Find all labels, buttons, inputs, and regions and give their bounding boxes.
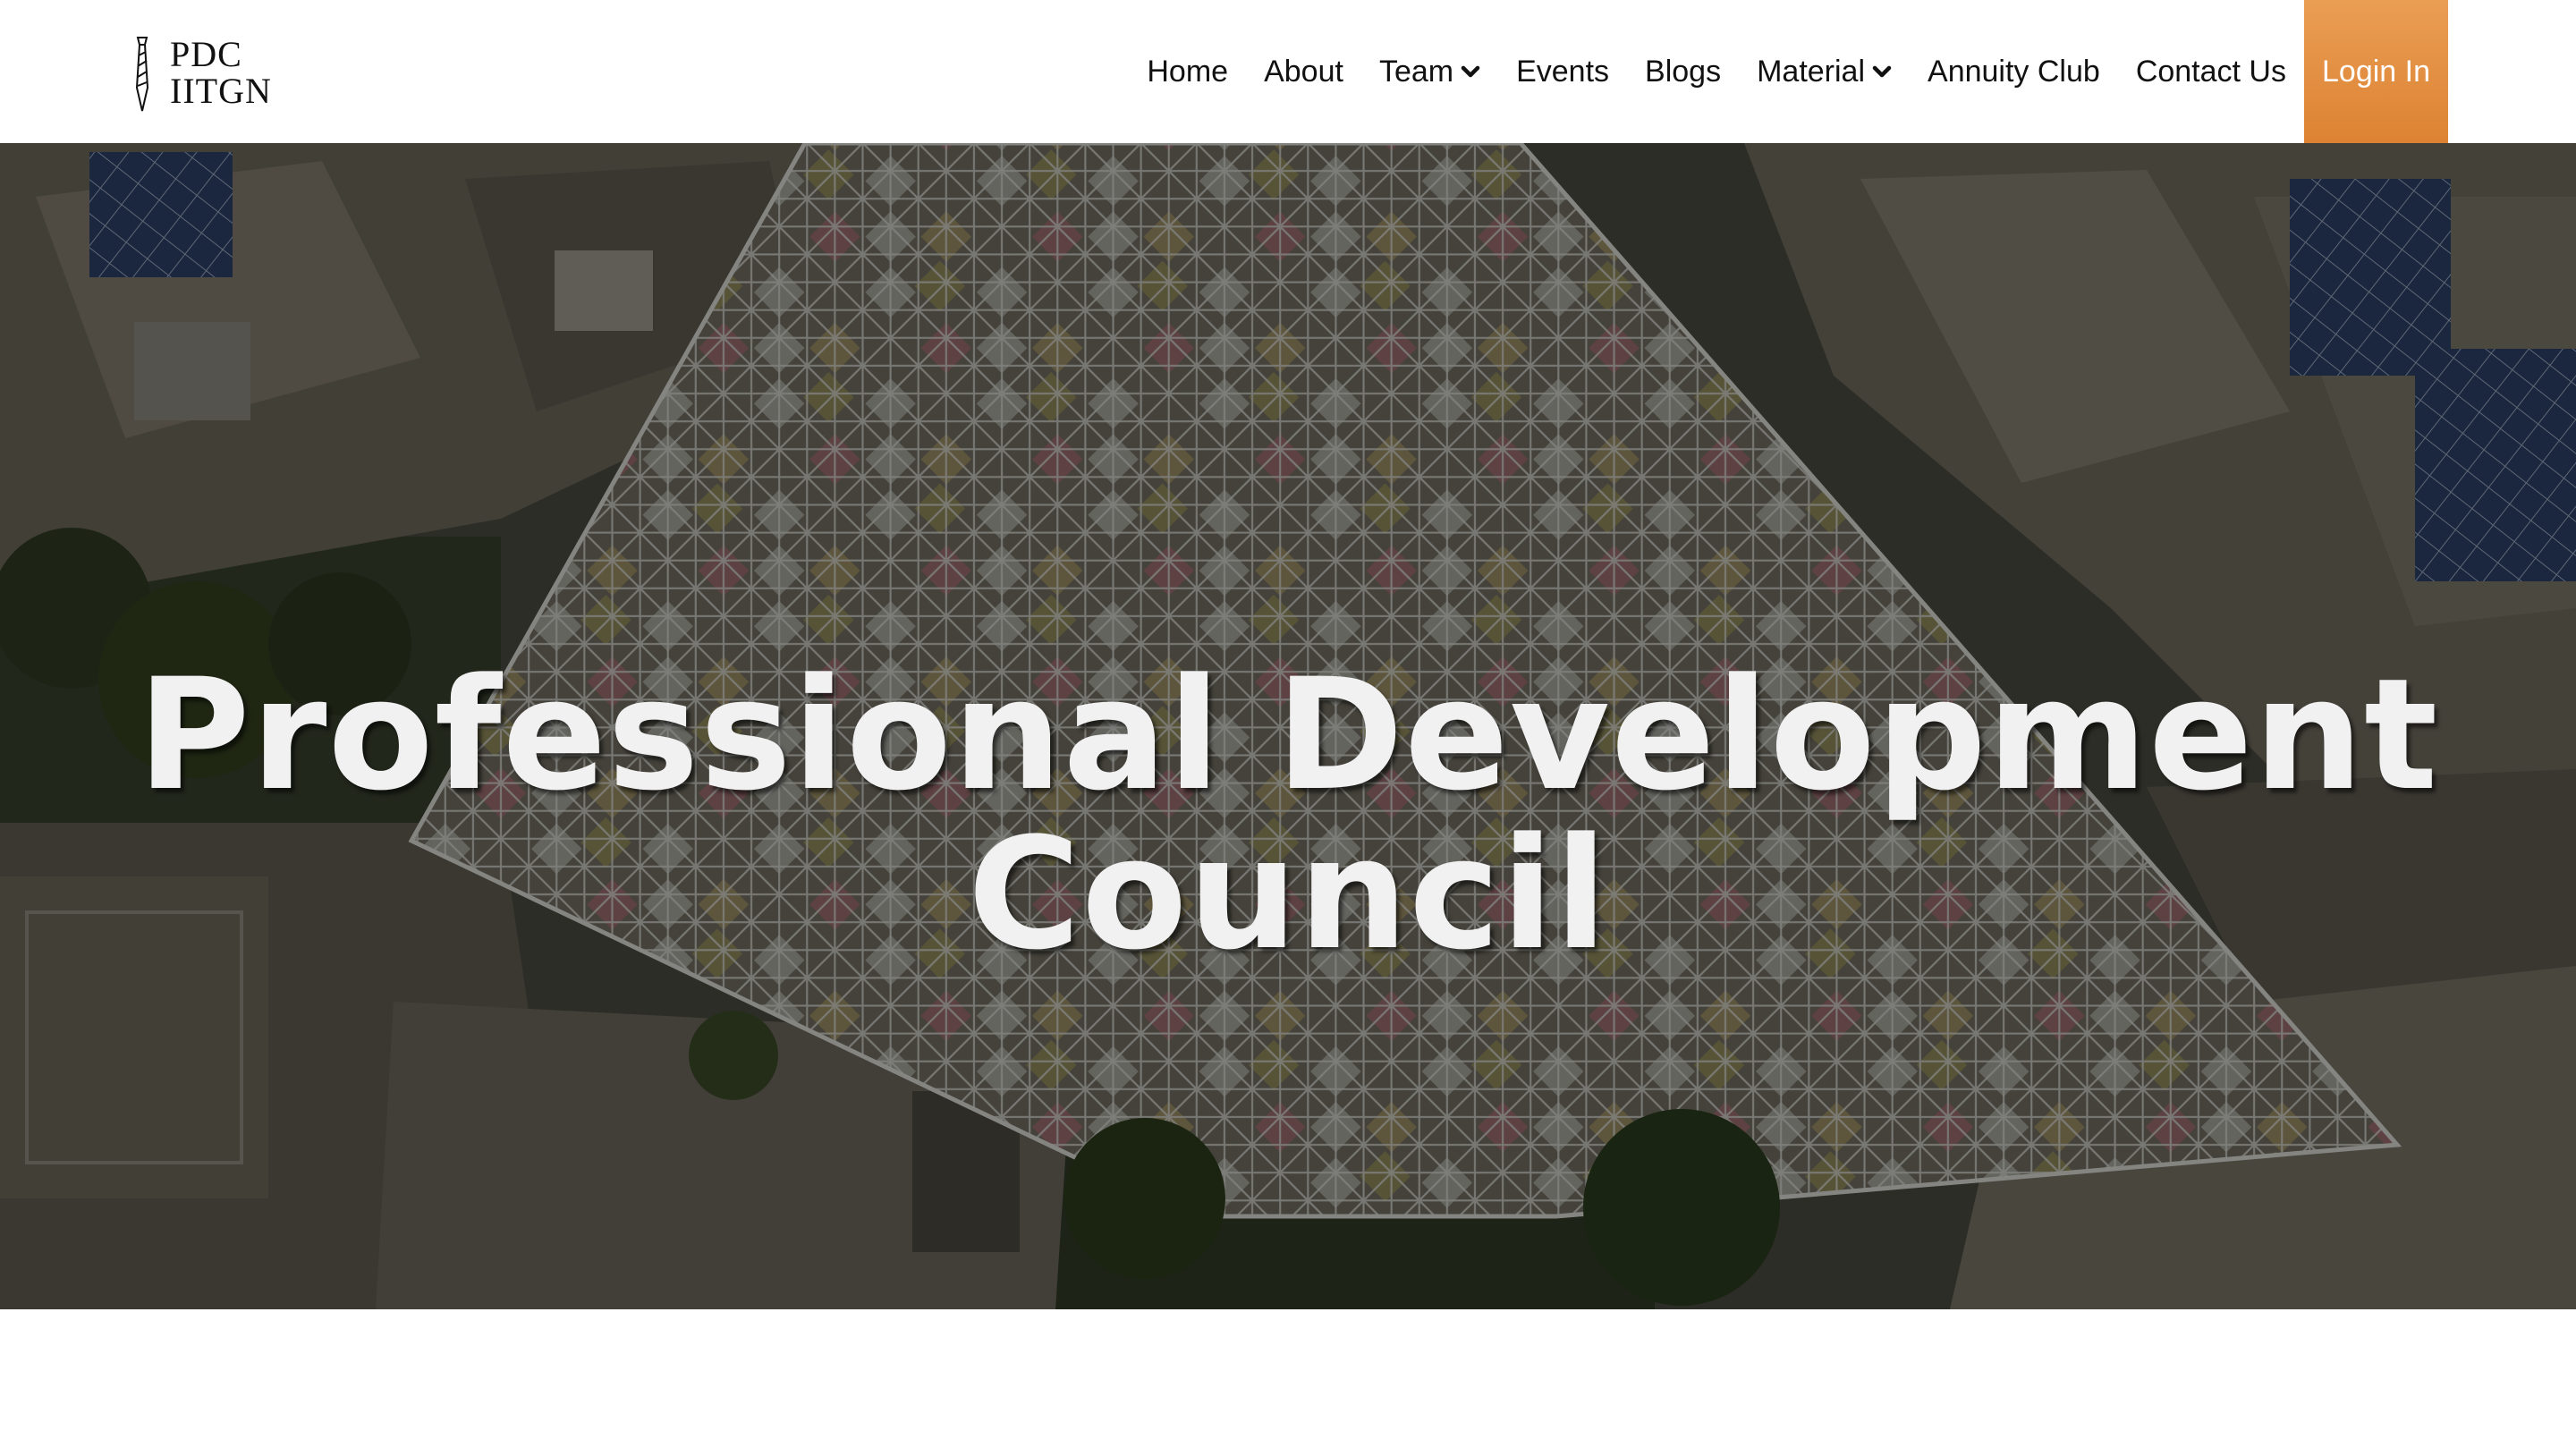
nav-contact-us-label: Contact Us xyxy=(2135,54,2286,89)
nav-home[interactable]: Home xyxy=(1129,0,1246,143)
chevron-down-icon xyxy=(1872,65,1892,78)
main-nav: Home About Team Events Blogs Material An… xyxy=(1129,0,2448,143)
logo-line-2: IITGN xyxy=(170,71,272,111)
nav-team[interactable]: Team xyxy=(1361,0,1498,143)
hero-title-line-2: Council xyxy=(967,804,1609,985)
site-header: PDC IITGN Home About Team Events Blogs M… xyxy=(0,0,2576,143)
nav-about-label: About xyxy=(1264,54,1343,89)
nav-blogs-label: Blogs xyxy=(1645,54,1722,89)
necktie-icon xyxy=(135,37,149,112)
nav-annuity-club[interactable]: Annuity Club xyxy=(1910,0,2118,143)
hero-title-line-1: Professional Development xyxy=(137,645,2439,825)
nav-annuity-club-label: Annuity Club xyxy=(1928,54,2100,89)
nav-about[interactable]: About xyxy=(1246,0,1361,143)
nav-material-label: Material xyxy=(1757,54,1866,89)
nav-team-label: Team xyxy=(1378,54,1454,89)
nav-contact-us[interactable]: Contact Us xyxy=(2118,0,2304,143)
nav-blogs[interactable]: Blogs xyxy=(1627,0,1739,143)
hero-title: Professional Development Council xyxy=(0,656,2576,974)
site-logo[interactable]: PDC IITGN xyxy=(132,34,275,113)
hero-banner: Professional Development Council xyxy=(0,143,2576,1309)
chevron-down-icon xyxy=(1461,65,1480,78)
logo-text: PDC IITGN xyxy=(170,36,272,109)
nav-events[interactable]: Events xyxy=(1498,0,1627,143)
nav-events-label: Events xyxy=(1516,54,1610,89)
nav-material[interactable]: Material xyxy=(1739,0,1910,143)
login-button-label: Login In xyxy=(2322,54,2430,89)
page-content-area xyxy=(0,1309,2576,1456)
logo-line-1: PDC xyxy=(170,34,242,74)
nav-home-label: Home xyxy=(1147,54,1229,89)
login-button[interactable]: Login In xyxy=(2304,0,2448,143)
